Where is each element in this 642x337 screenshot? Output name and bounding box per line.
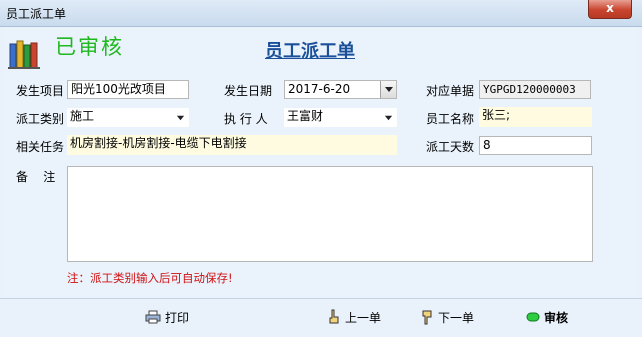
green-light-icon <box>526 312 540 322</box>
date-value: 2017-6-20 <box>288 82 351 96</box>
date-label: 发生日期 <box>224 84 273 98</box>
project-field[interactable]: 阳光100光改项目 <box>67 80 189 99</box>
task-label: 相关任务 <box>16 140 65 154</box>
print-button[interactable]: 打印 <box>145 307 189 327</box>
page-title: 员工派工单 <box>265 41 355 62</box>
next-button[interactable]: 下一单 <box>420 307 474 327</box>
days-field[interactable]: 8 <box>479 136 592 155</box>
type-value: 施工 <box>70 109 95 123</box>
executor-select[interactable]: 王富财 <box>284 108 397 127</box>
autosave-note: 注：派工类别输入后可自动保存! <box>67 271 233 285</box>
title-bar: 员工派工单 x <box>0 0 642 27</box>
status-stamp: 已审核 <box>55 35 124 59</box>
executor-value: 王富财 <box>287 109 324 123</box>
type-label: 派工类别 <box>16 112 65 126</box>
close-button[interactable]: x <box>588 0 632 19</box>
print-label: 打印 <box>165 310 190 325</box>
date-picker[interactable]: 2017-6-20 <box>284 80 397 99</box>
remark-label: 备 注 <box>16 170 56 184</box>
doc-number-field: YGPGD120000003 <box>479 80 591 99</box>
prev-label: 上一单 <box>345 310 382 325</box>
next-label: 下一单 <box>438 310 475 325</box>
doc-label: 对应单据 <box>426 84 475 98</box>
pointing-hand-down-icon <box>422 310 432 325</box>
window-title: 员工派工单 <box>6 7 67 21</box>
remark-textarea[interactable] <box>67 166 593 262</box>
audit-button[interactable]: 审核 <box>526 307 568 327</box>
printer-icon <box>145 310 161 324</box>
books-icon <box>8 40 40 69</box>
bottom-toolbar: 打印 上一单 下一单 审核 <box>0 298 642 337</box>
chevron-down-icon[interactable] <box>384 113 393 122</box>
executor-label: 执 行 人 <box>224 112 268 126</box>
date-dropdown-button[interactable] <box>380 81 396 98</box>
project-label: 发生项目 <box>16 84 65 98</box>
audit-label: 审核 <box>544 310 569 325</box>
employee-label: 员工名称 <box>426 112 475 126</box>
employee-field[interactable]: 张三; <box>479 107 592 127</box>
type-select[interactable]: 施工 <box>67 108 189 127</box>
days-label: 派工天数 <box>426 140 475 154</box>
prev-button[interactable]: 上一单 <box>327 307 381 327</box>
task-field[interactable]: 机房割接-机房割接-电缆下电割接 <box>67 135 397 155</box>
chevron-down-icon <box>385 87 393 92</box>
pointing-hand-icon <box>329 309 339 324</box>
chevron-down-icon[interactable] <box>176 113 185 122</box>
